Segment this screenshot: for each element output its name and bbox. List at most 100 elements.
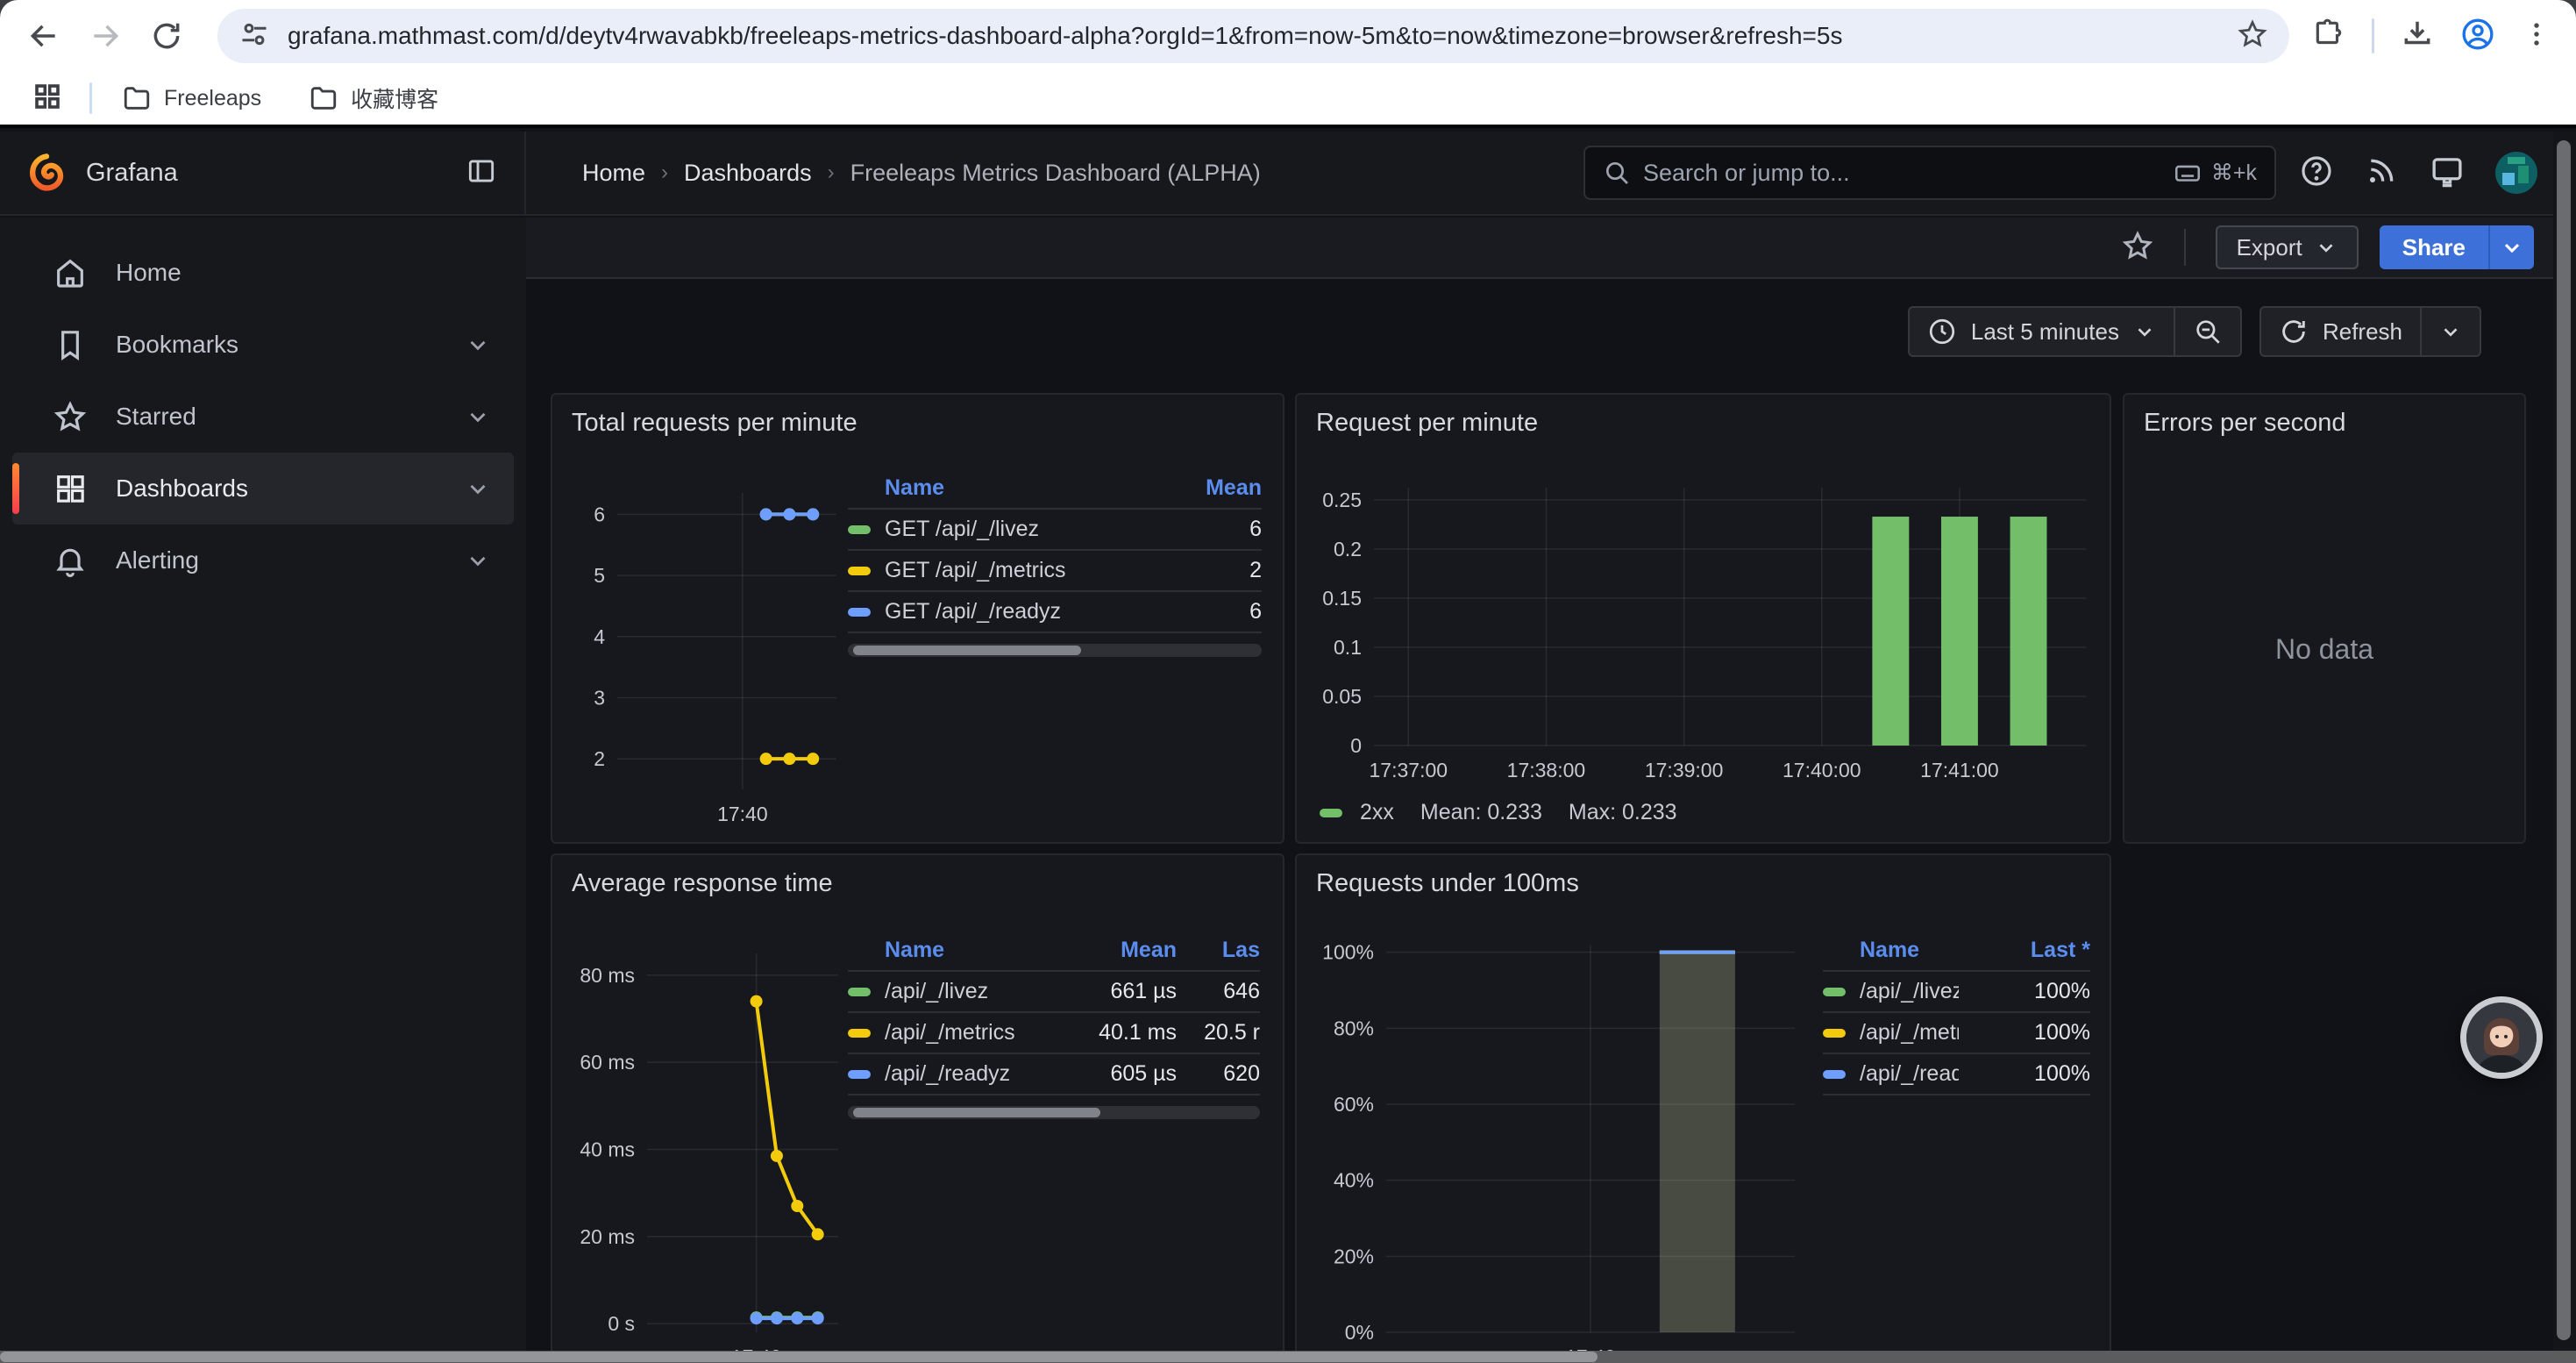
svg-text:60 ms: 60 ms <box>580 1051 635 1074</box>
apps-grid-icon[interactable] <box>32 81 63 117</box>
zoom-out-button[interactable] <box>2174 308 2240 355</box>
request-per-minute-legend[interactable]: 2xx Mean: 0.233 Max: 0.233 <box>1320 800 1677 825</box>
time-range-picker[interactable]: Last 5 minutes <box>1910 308 2174 355</box>
refresh-group: Refresh <box>2259 306 2481 357</box>
export-button[interactable]: Export <box>2216 225 2359 269</box>
panel-title[interactable]: Errors per second <box>2144 409 2346 438</box>
sidebar-item-bookmarks[interactable]: Bookmarks <box>12 309 514 381</box>
average-response-time-legend-table[interactable]: NameMeanLas/api/_/livez661 µs646/api/_/m… <box>848 931 1260 1119</box>
svg-text:17:38:00: 17:38:00 <box>1507 759 1586 781</box>
panel-total-requests: Total requests per minute 2345617:40 Nam… <box>551 393 1284 844</box>
dashboard-main: Export Share Last 5 minutes <box>526 218 2576 1363</box>
panel-requests-under-100ms: Requests under 100ms 0%20%40%60%80%100%1… <box>1295 853 2111 1363</box>
legend-mean: Mean: 0.233 <box>1420 800 1542 825</box>
home-icon <box>53 255 88 290</box>
share-dropdown-button[interactable] <box>2488 225 2534 269</box>
legend-swatch <box>1320 809 1342 817</box>
help-icon[interactable] <box>2299 153 2334 193</box>
forward-icon[interactable] <box>86 17 125 55</box>
search-icon <box>1603 159 1631 187</box>
folder-icon <box>122 83 152 113</box>
news-rss-icon[interactable] <box>2364 153 2399 193</box>
assistant-avatar[interactable] <box>2460 996 2543 1079</box>
toolbar-divider <box>2372 18 2374 54</box>
horizontal-scrollbar-thumb[interactable] <box>0 1352 1598 1362</box>
svg-text:100%: 100% <box>1322 941 1374 964</box>
panel-title[interactable]: Requests under 100ms <box>1316 869 1579 898</box>
requests-under-100ms-legend-table[interactable]: NameLast */api/_/livez100%/api/_/metrics… <box>1823 931 2090 1095</box>
keyboard-icon <box>2173 158 2202 188</box>
grafana-logo <box>26 153 67 193</box>
grafana-app: Grafana Home › Dashboards › Freeleaps Me… <box>0 132 2576 1363</box>
header-icons <box>2299 152 2576 194</box>
refresh-button[interactable]: Refresh <box>2261 308 2420 355</box>
browser-actions <box>2298 17 2551 56</box>
extensions-icon[interactable] <box>2312 18 2345 55</box>
svg-text:40%: 40% <box>1334 1169 1374 1192</box>
average-response-time-chart[interactable]: 0 s20 ms40 ms60 ms80 ms17:40 <box>566 934 849 1363</box>
chevron-down-icon[interactable] <box>465 332 491 358</box>
breadcrumb-dashboards[interactable]: Dashboards <box>684 160 812 187</box>
svg-text:20 ms: 20 ms <box>580 1225 635 1248</box>
grafana-header: Grafana Home › Dashboards › Freeleaps Me… <box>0 132 2576 216</box>
reload-icon[interactable] <box>147 17 186 55</box>
bookmark-star-icon[interactable] <box>2237 18 2268 54</box>
favorite-star-icon[interactable] <box>2121 229 2154 267</box>
total-requests-legend-table[interactable]: NameMeanGET /api/_/livez6GET /api/_/metr… <box>848 468 1262 657</box>
back-icon[interactable] <box>25 17 63 55</box>
share-button[interactable]: Share <box>2380 225 2488 269</box>
url-text[interactable]: grafana.mathmast.com/d/deytv4rwavabkb/fr… <box>288 22 2237 50</box>
panel-request-per-minute: Request per minute 00.050.10.150.20.2517… <box>1295 393 2111 844</box>
bookmark-folder-freeleaps[interactable]: Freeleaps <box>122 83 261 113</box>
search-input[interactable]: Search or jump to... ⌘+k <box>1583 146 2276 200</box>
svg-text:17:40: 17:40 <box>717 803 768 825</box>
svg-text:17:37:00: 17:37:00 <box>1370 759 1448 781</box>
monitor-icon[interactable] <box>2429 153 2466 194</box>
clock-icon <box>1927 317 1957 346</box>
time-range-group: Last 5 minutes <box>1908 306 2242 357</box>
request-per-minute-chart[interactable]: 00.050.10.150.20.2517:37:0017:38:0017:39… <box>1311 468 2098 791</box>
svg-text:0%: 0% <box>1345 1321 1374 1344</box>
dashboard-controls: Export Share <box>526 218 2576 279</box>
svg-text:0.15: 0.15 <box>1322 587 1362 610</box>
chevron-down-icon[interactable] <box>465 547 491 574</box>
downloads-icon[interactable] <box>2401 18 2434 55</box>
total-requests-chart[interactable]: 2345617:40 <box>566 479 849 830</box>
panel-title[interactable]: Total requests per minute <box>572 409 857 438</box>
vertical-scrollbar-thumb[interactable] <box>2557 140 2571 1340</box>
breadcrumb-current: Freeleaps Metrics Dashboard (ALPHA) <box>850 160 1261 187</box>
bookmark-folder-blogs[interactable]: 收藏博客 <box>309 82 438 114</box>
sidebar-item-alerting[interactable]: Alerting <box>12 525 514 596</box>
refresh-interval-dropdown[interactable] <box>2420 308 2480 355</box>
svg-text:17:40:00: 17:40:00 <box>1783 759 1861 781</box>
svg-text:5: 5 <box>594 564 605 587</box>
site-settings-icon[interactable] <box>238 18 270 54</box>
chevron-down-icon[interactable] <box>465 403 491 430</box>
folder-icon <box>309 83 338 113</box>
panel-title[interactable]: Average response time <box>572 869 833 898</box>
requests-under-100ms-chart[interactable]: 0%20%40%60%80%100%17:40 <box>1311 936 1807 1363</box>
user-avatar[interactable] <box>2495 152 2537 194</box>
url-bar[interactable]: grafana.mathmast.com/d/deytv4rwavabkb/fr… <box>217 9 2289 63</box>
profile-icon[interactable] <box>2460 17 2495 56</box>
legend-series-name: 2xx <box>1360 800 1394 825</box>
sidebar-item-dashboards[interactable]: Dashboards <box>12 453 514 525</box>
svg-text:17:39:00: 17:39:00 <box>1645 759 1724 781</box>
chevron-down-icon[interactable] <box>465 475 491 502</box>
browser-toolbar: grafana.mathmast.com/d/deytv4rwavabkb/fr… <box>0 0 2576 72</box>
breadcrumb-home[interactable]: Home <box>582 160 645 187</box>
dashboard-canvas: Last 5 minutes Refresh <box>526 281 2576 1363</box>
svg-text:17:41:00: 17:41:00 <box>1920 759 1999 781</box>
sidebar-item-starred[interactable]: Starred <box>12 381 514 453</box>
vertical-scrollbar[interactable] <box>2553 132 2576 1351</box>
panel-errors-per-second: Errors per second No data <box>2123 393 2526 844</box>
sidebar-item-home[interactable]: Home <box>12 237 514 309</box>
sidebar-toggle-icon[interactable] <box>465 154 498 192</box>
horizontal-scrollbar[interactable] <box>0 1351 2576 1363</box>
chevron-down-icon <box>2315 236 2338 259</box>
browser-window: grafana.mathmast.com/d/deytv4rwavabkb/fr… <box>0 0 2576 1363</box>
panel-title[interactable]: Request per minute <box>1316 409 1538 438</box>
svg-text:0: 0 <box>1350 734 1362 757</box>
menu-kebab-icon[interactable] <box>2522 19 2551 54</box>
chevron-down-icon <box>2439 320 2462 343</box>
